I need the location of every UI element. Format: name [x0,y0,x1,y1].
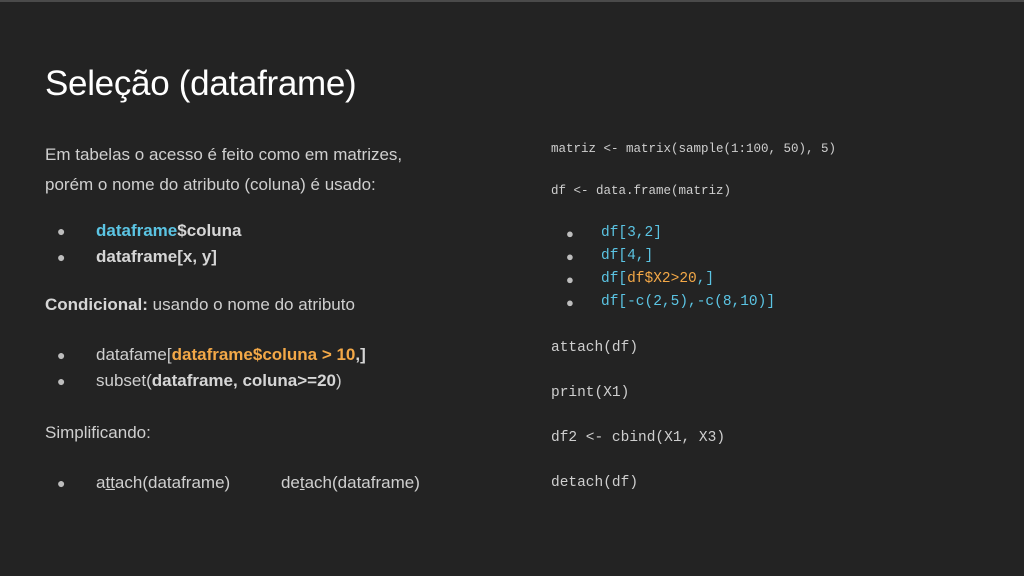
code-line-attach: attach(df) [551,340,639,356]
bullet-icon: ● [57,475,66,491]
c2-post: ) [336,371,342,390]
list-item: ● df[4,] [551,245,1011,268]
list-item: ● df[df$X2>20,] [551,268,1011,291]
access-bullets: ● dataframe$coluna ● dataframe[x, y] [45,218,505,270]
code-b3-mid: df$X2>20 [627,271,697,287]
top-border [0,0,1024,2]
left-column: Em tabelas o acesso é feito como em matr… [45,140,505,496]
dataframe-keyword: dataframe [96,221,178,240]
bullet-icon: ● [57,347,66,363]
code-b2: df[4,] [601,248,654,264]
conditional-text: usando o nome do atributo [147,295,355,314]
index-syntax: dataframe[x, y] [96,247,217,266]
code-b1: df[3,2] [601,225,662,241]
coluna-text: $coluna [177,221,242,240]
bullet-icon: ● [57,373,66,389]
list-item: ● dataframe[x, y] [45,244,505,270]
list-item: ● datafame[dataframe$coluna > 10,] [45,342,505,368]
code-line-matriz: matriz <- matrix(sample(1:100, 50), 5) [551,142,837,156]
detach-de: de [280,473,300,492]
bullet-icon: ● [57,223,66,239]
simplifying-heading: Simplificando: [45,423,151,442]
intro-line-2: porém o nome do atributo (coluna) é usad… [45,175,376,194]
code-line-detach: detach(df) [551,475,639,491]
code-line-print: print(X1) [551,385,630,401]
slide-title: Seleção (dataframe) [45,64,357,103]
conditional-bullets: ● datafame[dataframe$coluna > 10,] ● sub… [45,342,505,394]
c1-highlight: dataframe$coluna > 10 [171,345,356,364]
code-b4: df[-c(2,5),-c(8,10)] [601,294,776,310]
list-item: ● dataframe$coluna [45,218,505,244]
list-item: ● df[-c(2,5),-c(8,10)] [551,291,1011,314]
code-line-df: df <- data.frame(matriz) [551,184,732,198]
list-item: ● df[3,2] [551,222,1011,245]
conditional-label: Condicional: [45,295,148,314]
list-item: ● attach(dataframe) detach(dataframe) [45,470,505,496]
bullet-icon: ● [566,295,574,310]
detach-rest: ach(dataframe) [304,473,420,492]
list-item: ● subset(dataframe, coluna>=20) [45,368,505,394]
attach-bullets: ● attach(dataframe) detach(dataframe) [45,470,505,496]
code-column: matriz <- matrix(sample(1:100, 50), 5) d… [551,138,1011,494]
code-line-cbind: df2 <- cbind(X1, X3) [551,430,726,446]
bullet-icon: ● [566,249,574,264]
attach-rest: ach(dataframe) [114,473,231,492]
code-b3-pre: df[ [601,271,628,287]
c2-bold: dataframe, coluna>=20 [151,371,337,390]
bullet-icon: ● [57,249,66,265]
code-b3-post: ,] [696,271,715,287]
conditional-heading: Condicional: usando o nome do atributo [45,290,505,320]
bullet-icon: ● [566,226,574,241]
c1-pre: datafame[ [96,345,172,364]
intro-line-1: Em tabelas o acesso é feito como em matr… [45,145,403,164]
code-bullets: ● df[3,2] ● df[4,] ● df[df$X2>20,] ● df[… [551,222,1011,314]
c2-pre: subset( [96,371,152,390]
intro-text: Em tabelas o acesso é feito como em matr… [45,140,505,200]
attach-tt: tt [105,473,115,492]
c1-post: ,] [355,345,366,364]
bullet-icon: ● [566,272,574,287]
